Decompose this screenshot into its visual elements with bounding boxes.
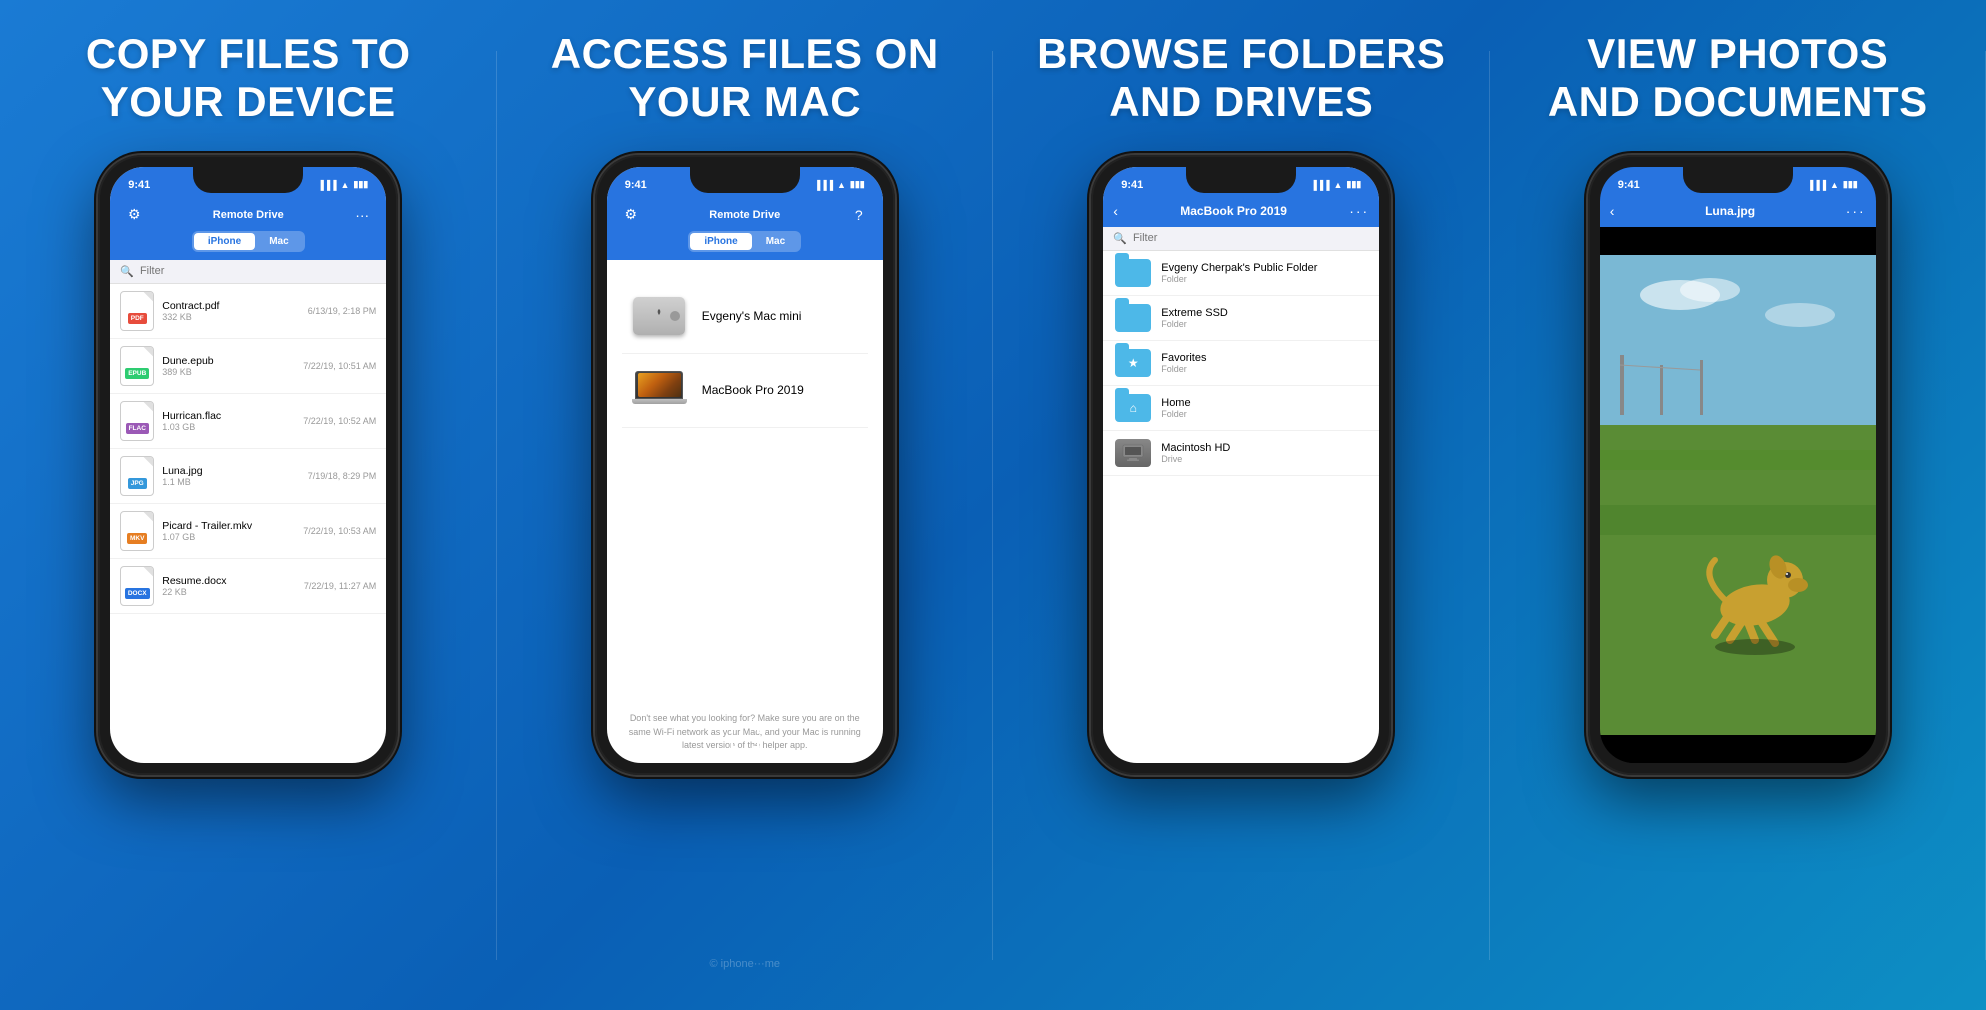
back-button-4[interactable]: ‹ xyxy=(1610,203,1615,219)
filter-input-3[interactable] xyxy=(1133,232,1369,244)
phone-screen-4: 9:41 ▐▐▐ ▲ ▮▮▮ ‹ Luna.jpg ··· xyxy=(1600,167,1876,763)
browse-header: ‹ MacBook Pro 2019 ··· xyxy=(1103,199,1379,227)
status-time-1: 9:41 xyxy=(128,179,150,191)
mac-item-macbook[interactable]: MacBook Pro 2019 xyxy=(622,354,868,428)
folder-icon-public xyxy=(1115,259,1151,287)
app-header-2: ⚙ Remote Drive ? iPhone Mac xyxy=(607,199,883,260)
file-item-picard[interactable]: MKV Picard - Trailer.mkv 1.07 GB 7/22/19… xyxy=(110,504,386,559)
status-icons-2: ▐▐▐ ▲ ▮▮▮ xyxy=(814,179,865,190)
app-header-1: ⚙ Remote Drive ··· iPhone Mac xyxy=(110,199,386,260)
scan-icon xyxy=(730,726,760,750)
phone-notch-1 xyxy=(193,167,303,193)
file-info-dune: Dune.epub 389 KB xyxy=(162,355,295,377)
file-item-contract[interactable]: PDF Contract.pdf 332 KB 6/13/19, 2:18 PM xyxy=(110,284,386,339)
file-icon-flac: FLAC xyxy=(120,401,154,441)
filter-input-1[interactable] xyxy=(140,265,376,277)
tab-mac-1[interactable]: Mac xyxy=(255,233,302,250)
panel-browse: BROWSE FOLDERS AND DRIVES 9:41 ▐▐▐ ▲ ▮▮▮ xyxy=(993,0,1490,1010)
phone-notch-3 xyxy=(1186,167,1296,193)
status-icons-3: ▐▐▐ ▲ ▮▮▮ xyxy=(1310,179,1361,190)
panel-copy: COPY FILES TO YOUR DEVICE 9:41 ▐▐▐ ▲ ▮▮▮ xyxy=(0,0,497,1010)
folder-icon-home: ⌂ xyxy=(1115,394,1151,422)
folder-item-favorites[interactable]: ★ Favorites Folder xyxy=(1103,341,1379,386)
filter-bar-3: 🔍 xyxy=(1103,227,1379,251)
folder-item-ssd[interactable]: Extreme SSD Folder xyxy=(1103,296,1379,341)
mac-item-mini[interactable]: Evgeny's Mac mini xyxy=(622,280,868,354)
app-title-2: Remote Drive xyxy=(709,209,780,221)
file-icon-mkv: MKV xyxy=(120,511,154,551)
phone-4: 9:41 ▐▐▐ ▲ ▮▮▮ ‹ Luna.jpg ··· xyxy=(1588,155,1888,775)
file-info-luna: Luna.jpg 1.1 MB xyxy=(162,465,299,487)
file-icon-pdf: PDF xyxy=(120,291,154,331)
file-info-hurrican: Hurrican.flac 1.03 GB xyxy=(162,410,295,432)
macbook-icon xyxy=(632,368,687,413)
phone-screen-2: 9:41 ▐▐▐ ▲ ▮▮▮ ⚙ Remote Drive ? iPhone xyxy=(607,167,883,763)
filter-bar-1: 🔍 xyxy=(110,260,386,284)
phone-screen-1: 9:41 ▐▐▐ ▲ ▮▮▮ ⚙ Remote Drive ··· xyxy=(110,167,386,763)
more-button-4[interactable]: ··· xyxy=(1846,203,1866,219)
tab-mac-2[interactable]: Mac xyxy=(752,233,799,250)
more-icon-1[interactable]: ··· xyxy=(350,203,374,227)
panel-2-title: ACCESS FILES ON YOUR MAC xyxy=(551,30,939,127)
file-icon-jpg: JPG xyxy=(120,456,154,496)
phone-2: 9:41 ▐▐▐ ▲ ▮▮▮ ⚙ Remote Drive ? iPhone xyxy=(595,155,895,775)
settings-icon-1[interactable]: ⚙ xyxy=(122,203,146,227)
watermark-2: © iphone···me xyxy=(710,958,780,970)
phone-1: 9:41 ▐▐▐ ▲ ▮▮▮ ⚙ Remote Drive ··· xyxy=(98,155,398,775)
macbook-name: MacBook Pro 2019 xyxy=(702,383,804,397)
help-icon-2[interactable]: ? xyxy=(847,203,871,227)
status-icons-4: ▐▐▐ ▲ ▮▮▮ xyxy=(1807,179,1858,190)
phone-notch-4 xyxy=(1683,167,1793,193)
file-info-contract: Contract.pdf 332 KB xyxy=(162,300,299,322)
phone-notch-2 xyxy=(690,167,800,193)
tab-iphone-2[interactable]: iPhone xyxy=(690,233,751,250)
photo-header: ‹ Luna.jpg ··· xyxy=(1600,199,1876,227)
photo-title: Luna.jpg xyxy=(1705,204,1755,218)
folder-icon-ssd xyxy=(1115,304,1151,332)
file-info-resume: Resume.docx 22 KB xyxy=(162,575,296,597)
segment-2: iPhone Mac xyxy=(688,231,801,252)
app-title-1: Remote Drive xyxy=(213,209,284,221)
settings-icon-2[interactable]: ⚙ xyxy=(619,203,643,227)
folder-item-home[interactable]: ⌂ Home Folder xyxy=(1103,386,1379,431)
file-item-hurrican[interactable]: FLAC Hurrican.flac 1.03 GB 7/22/19, 10:5… xyxy=(110,394,386,449)
status-time-3: 9:41 xyxy=(1121,179,1143,191)
folder-icon-favorites: ★ xyxy=(1115,349,1151,377)
status-icons-1: ▐▐▐ ▲ ▮▮▮ xyxy=(317,179,368,190)
phone-3: 9:41 ▐▐▐ ▲ ▮▮▮ ‹ MacBook Pro 2019 ··· xyxy=(1091,155,1391,775)
mac-list: Evgeny's Mac mini MacBook Pro 2019 xyxy=(607,260,883,703)
file-list-1: PDF Contract.pdf 332 KB 6/13/19, 2:18 PM… xyxy=(110,284,386,763)
file-info-picard: Picard - Trailer.mkv 1.07 GB xyxy=(162,520,295,542)
browse-title: MacBook Pro 2019 xyxy=(1180,204,1287,218)
segment-1: iPhone Mac xyxy=(192,231,305,252)
file-item-luna[interactable]: JPG Luna.jpg 1.1 MB 7/19/18, 8:29 PM xyxy=(110,449,386,504)
more-button-3[interactable]: ··· xyxy=(1349,203,1369,219)
back-button-3[interactable]: ‹ xyxy=(1113,203,1118,219)
folder-list: Evgeny Cherpak's Public Folder Folder Ex… xyxy=(1103,251,1379,763)
panel-access: ACCESS FILES ON YOUR MAC 9:41 ▐▐▐ ▲ ▮▮▮ … xyxy=(497,0,994,1010)
file-item-resume[interactable]: DOCX Resume.docx 22 KB 7/22/19, 11:27 AM xyxy=(110,559,386,614)
drive-icon-macintosh xyxy=(1115,439,1151,467)
search-icon-3: 🔍 xyxy=(1113,232,1127,245)
folder-item-macintosh[interactable]: Macintosh HD Drive xyxy=(1103,431,1379,476)
photo-svg xyxy=(1600,255,1876,735)
photo-viewer xyxy=(1600,227,1876,763)
file-icon-docx: DOCX xyxy=(120,566,154,606)
file-item-dune[interactable]: EPUB Dune.epub 389 KB 7/22/19, 10:51 AM xyxy=(110,339,386,394)
folder-item-public[interactable]: Evgeny Cherpak's Public Folder Folder xyxy=(1103,251,1379,296)
panel-1-title: COPY FILES TO YOUR DEVICE xyxy=(86,30,411,127)
mac-mini-icon xyxy=(632,294,687,339)
panel-3-title: BROWSE FOLDERS AND DRIVES xyxy=(1037,30,1445,127)
search-icon-1: 🔍 xyxy=(120,265,134,278)
file-icon-epub: EPUB xyxy=(120,346,154,386)
panel-view: VIEW PHOTOS AND DOCUMENTS 9:41 ▐▐▐ ▲ ▮▮▮ xyxy=(1490,0,1986,1010)
phone-screen-3: 9:41 ▐▐▐ ▲ ▮▮▮ ‹ MacBook Pro 2019 ··· xyxy=(1103,167,1379,763)
tab-iphone-1[interactable]: iPhone xyxy=(194,233,255,250)
status-time-4: 9:41 xyxy=(1618,179,1640,191)
panel-4-title: VIEW PHOTOS AND DOCUMENTS xyxy=(1548,30,1928,127)
mac-mini-name: Evgeny's Mac mini xyxy=(702,309,802,323)
status-time-2: 9:41 xyxy=(625,179,647,191)
